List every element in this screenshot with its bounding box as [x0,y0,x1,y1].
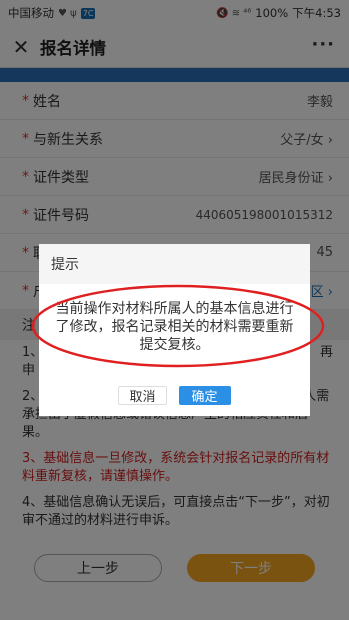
dialog-title: 提示 [39,244,310,284]
confirm-button[interactable]: 确定 [178,386,231,405]
dialog-buttons: 取消 确定 [39,386,310,405]
dialog-message: 当前操作对材料所属人的基本信息进行了修改，报名记录相关的材料需要重新提交复核。 [55,301,294,353]
alert-dialog: 提示 当前操作对材料所属人的基本信息进行了修改，报名记录相关的材料需要重新提交复… [39,244,310,416]
cancel-button[interactable]: 取消 [118,386,167,405]
